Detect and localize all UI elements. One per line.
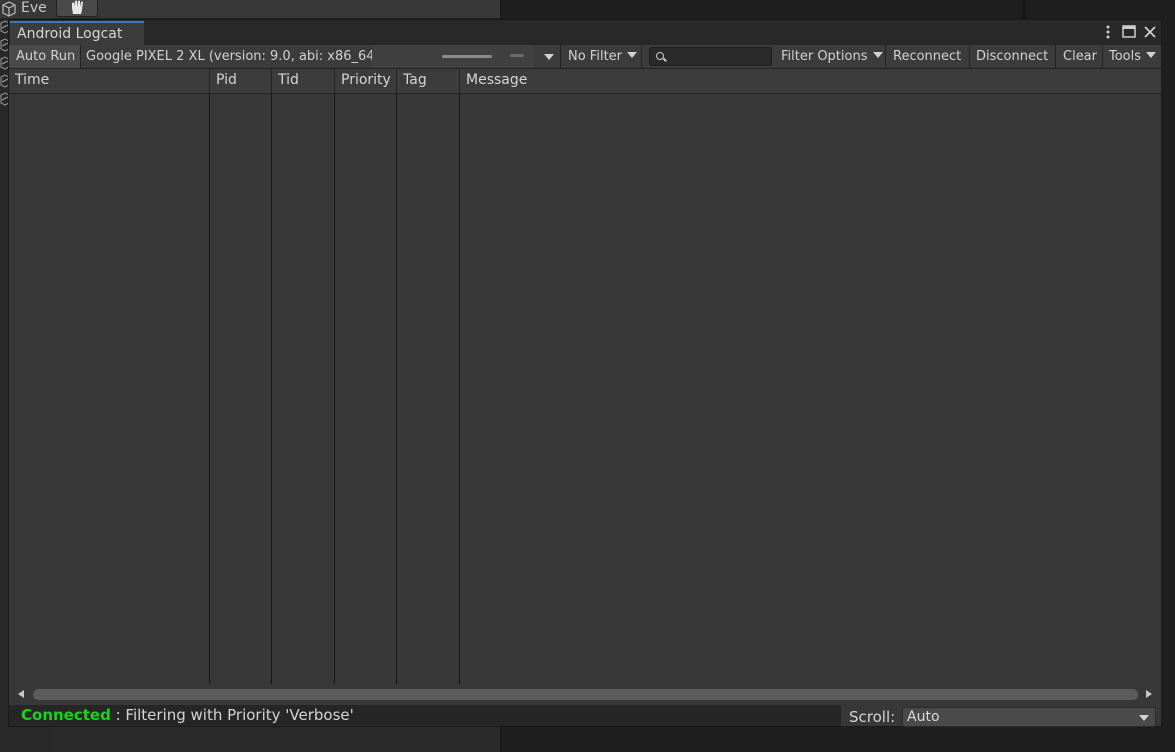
hierarchy-strip: Eve (0, 0, 500, 18)
android-logcat-window: Android Logcat Auto Run Google PIXEL 2 X… (8, 19, 1162, 727)
auto-run-button[interactable]: Auto Run (9, 45, 81, 68)
tab-android-logcat[interactable]: Android Logcat (10, 21, 144, 45)
hand-tool-icon (72, 0, 83, 14)
connection-status: Connected : Filtering with Priority 'Ver… (9, 705, 841, 726)
column-divider (459, 94, 460, 684)
connection-state: Connected (21, 706, 111, 724)
column-divider (209, 94, 210, 684)
scroll-label: Scroll: (849, 708, 896, 726)
column-header-priority[interactable]: Priority (335, 69, 397, 93)
log-entries-list[interactable] (9, 94, 1161, 684)
device-dropdown[interactable]: Google PIXEL 2 XL (version: 9.0, abi: x8… (81, 45, 561, 68)
column-header-message[interactable]: Message (460, 69, 1161, 93)
horizontal-scrollbar[interactable] (9, 684, 1161, 704)
status-bar: Connected : Filtering with Priority 'Ver… (9, 704, 1161, 727)
column-divider (396, 94, 397, 684)
clear-button[interactable]: Clear (1057, 45, 1103, 68)
scroll-mode-select[interactable]: Auto (902, 707, 1156, 727)
chevron-down-icon (1146, 52, 1157, 58)
chevron-down-icon (627, 52, 638, 58)
column-divider (334, 94, 335, 684)
column-header-pid[interactable]: Pid (210, 69, 272, 93)
chevron-down-icon (872, 52, 883, 58)
reconnect-button[interactable]: Reconnect (887, 45, 970, 68)
filter-options-label: Filter Options (781, 49, 868, 64)
editor-divider-right (1022, 0, 1026, 20)
search-icon (656, 52, 664, 60)
hand-tool-button[interactable] (56, 0, 98, 17)
tools-label: Tools (1109, 49, 1142, 64)
maximize-icon[interactable] (1120, 23, 1138, 41)
scroll-right-arrow-icon[interactable] (1146, 690, 1152, 698)
gameobject-cube-icon (1, 1, 17, 17)
log-table-header: Time Pid Tid Priority Tag Message (9, 69, 1161, 94)
column-header-tag[interactable]: Tag (397, 69, 460, 93)
scroll-left-arrow-icon[interactable] (18, 690, 24, 698)
filter-dropdown[interactable]: No Filter (562, 45, 642, 68)
hierarchy-item-label[interactable]: Eve (21, 0, 47, 17)
column-divider (271, 94, 272, 684)
filter-dropdown-label: No Filter (568, 49, 623, 64)
scroll-mode-value: Auto (907, 709, 940, 725)
chevron-down-icon (544, 54, 554, 60)
column-header-time[interactable]: Time (9, 69, 210, 93)
editor-bottom-area (50, 727, 500, 752)
filter-options-dropdown[interactable]: Filter Options (775, 45, 886, 68)
status-message: : Filtering with Priority 'Verbose' (110, 706, 354, 724)
column-header-tid[interactable]: Tid (272, 69, 335, 93)
redacted-device-id (372, 45, 534, 68)
window-titlebar: Android Logcat (9, 20, 1161, 45)
close-icon[interactable] (1141, 23, 1159, 41)
search-input[interactable] (649, 47, 772, 66)
tools-dropdown[interactable]: Tools (1103, 45, 1161, 68)
chevron-down-icon (1139, 715, 1149, 721)
logcat-toolbar: Auto Run Google PIXEL 2 XL (version: 9.0… (9, 45, 1161, 69)
scrollbar-thumb[interactable] (33, 689, 1138, 700)
disconnect-button[interactable]: Disconnect (970, 45, 1056, 68)
kebab-menu-icon[interactable] (1099, 23, 1117, 41)
